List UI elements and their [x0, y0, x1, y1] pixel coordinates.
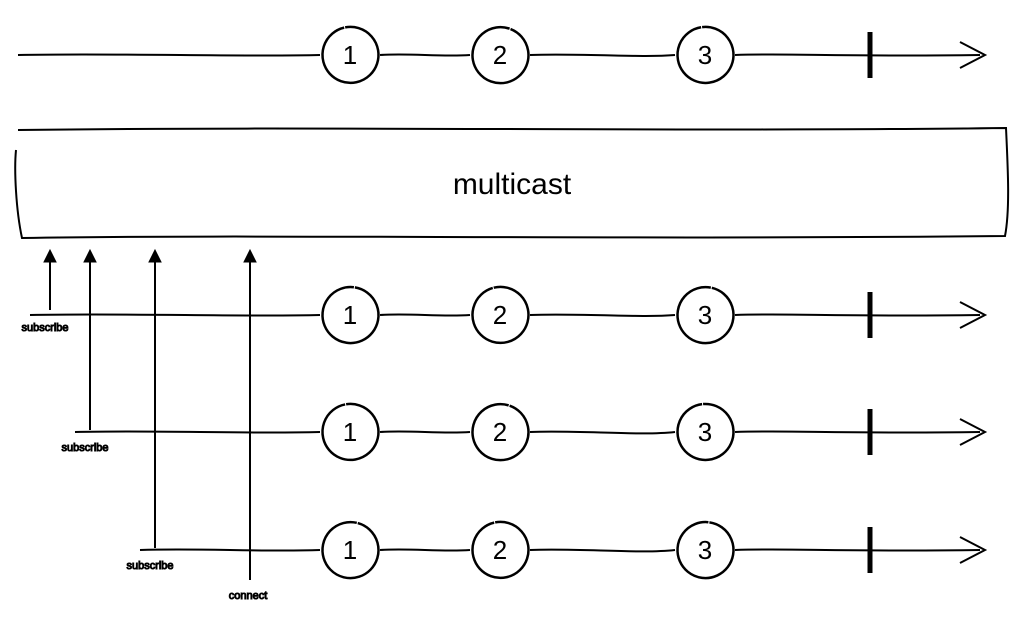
marble-value: 3 — [698, 300, 712, 330]
connect-label: connect — [229, 590, 268, 602]
marble: 2 — [466, 281, 535, 350]
operator-label: multicast — [453, 168, 572, 201]
marble-value: 3 — [698, 535, 712, 565]
subscribe-arrow: subscribe — [126, 250, 173, 572]
marble-value: 2 — [493, 535, 507, 565]
marble: 1 — [317, 516, 385, 584]
marble: 1 — [317, 22, 383, 88]
marble: 3 — [674, 23, 737, 86]
marble: 3 — [672, 282, 738, 348]
marble: 1 — [318, 399, 383, 464]
output-stream: 1 2 3 — [75, 397, 985, 468]
marble-value: 3 — [698, 40, 712, 70]
marble-diagram: 1 2 3 multicast subscribe subscribe — [0, 0, 1036, 630]
subscribe-label: subscribe — [61, 442, 108, 454]
subscribe-arrow: subscribe — [21, 250, 68, 334]
subscribe-arrow: subscribe — [61, 250, 108, 454]
marble: 2 — [465, 397, 536, 468]
subscribe-label: subscribe — [21, 322, 68, 334]
output-stream: 1 2 3 — [140, 516, 985, 584]
marble-value: 1 — [343, 40, 357, 70]
subscribe-label: subscribe — [126, 560, 173, 572]
marble-value: 2 — [493, 417, 507, 447]
output-stream: 1 2 3 — [30, 281, 985, 350]
marble-value: 2 — [493, 40, 507, 70]
marble: 2 — [465, 19, 537, 91]
marble: 3 — [675, 401, 737, 463]
operator-box: multicast — [15, 128, 1008, 238]
source-stream: 1 2 3 — [18, 19, 985, 91]
marble-value: 2 — [493, 300, 507, 330]
marble-value: 1 — [343, 535, 357, 565]
marble-value: 1 — [343, 300, 357, 330]
marble-value: 1 — [343, 417, 357, 447]
marble: 3 — [674, 519, 736, 581]
marble: 2 — [467, 517, 533, 583]
marble-value: 3 — [698, 417, 712, 447]
marble: 1 — [319, 283, 382, 346]
